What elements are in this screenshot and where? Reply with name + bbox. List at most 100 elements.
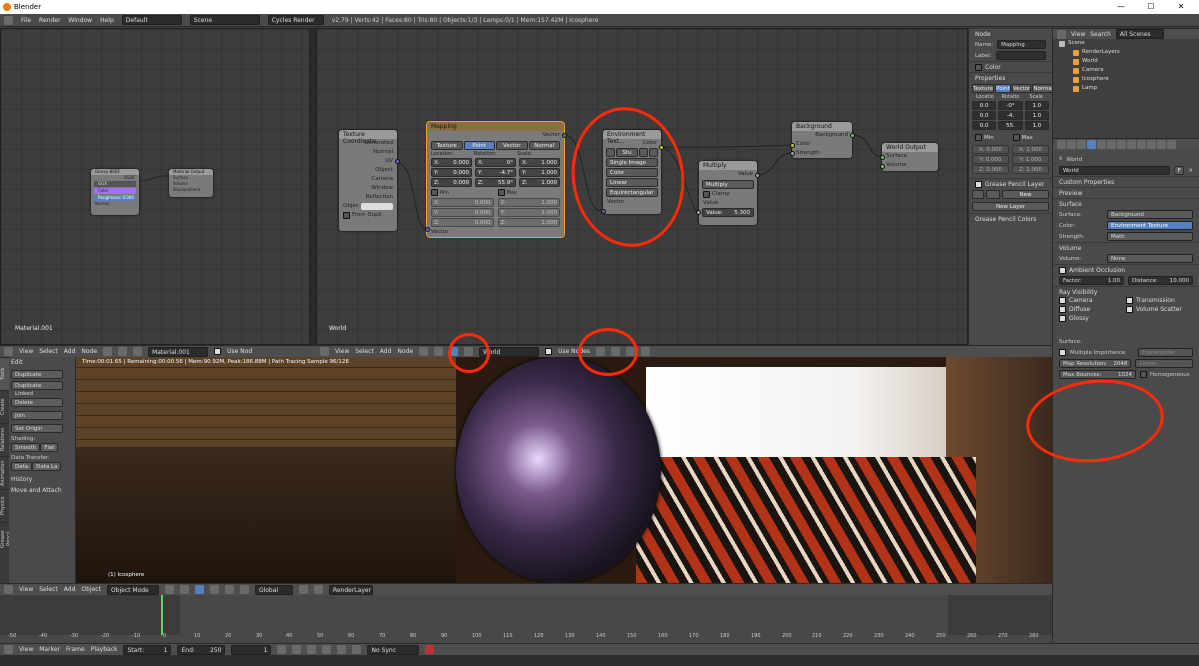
menu-view[interactable]: View — [19, 646, 33, 653]
duplicate-button[interactable]: Duplicate — [11, 370, 63, 379]
layout-selector[interactable]: Default — [121, 15, 182, 25]
map-resolution-field[interactable]: Map Resolution: 2048 — [1059, 359, 1132, 368]
ao-factor-field[interactable]: Factor: 1.00 — [1059, 276, 1124, 285]
ao-distance-field[interactable]: Distance: 10.000 — [1128, 276, 1193, 285]
pin-icon[interactable]: ⌾ — [1059, 156, 1062, 163]
volume-shader-selector[interactable]: None — [1107, 254, 1193, 263]
ray-volume-scatter-checkbox[interactable] — [1126, 306, 1133, 313]
sidebar-value-field[interactable]: -4. — [998, 111, 1023, 120]
minimize-button[interactable]: — — [1106, 0, 1136, 14]
close-world-icon[interactable]: ✕ — [1188, 168, 1193, 174]
data-transfer-button[interactable]: Data — [11, 462, 33, 471]
world-node-editor[interactable]: Texture Coordinate Generated Normal UV O… — [316, 28, 968, 345]
sidebar-value-field[interactable]: 55. — [998, 121, 1023, 130]
menu-select[interactable]: Select — [355, 348, 374, 355]
data-layout-button[interactable]: Data La — [32, 462, 62, 471]
set-origin-dropdown[interactable]: Set Origin — [11, 424, 63, 433]
node-name-input[interactable]: Mapping — [997, 40, 1046, 49]
outliner-item[interactable]: Icosphere — [1053, 75, 1199, 84]
socket-shader[interactable] — [880, 155, 885, 160]
copy-icon[interactable] — [625, 347, 635, 356]
menu-file[interactable]: File — [21, 17, 31, 24]
sidebar-value-field[interactable]: 0.0 — [972, 111, 997, 120]
info-editor-icon[interactable] — [4, 15, 13, 25]
sidebar-limit-field[interactable]: Y: 0.000 — [972, 155, 1009, 164]
scene-selector[interactable]: Scene — [189, 15, 260, 25]
outliner-filter[interactable]: All Scenes — [1115, 29, 1164, 39]
texture-tab-icon[interactable] — [1147, 140, 1156, 149]
texture-coordinate-node[interactable]: Texture Coordinate Generated Normal UV O… — [339, 130, 397, 231]
sidebar-tab-point[interactable]: Point — [995, 84, 1011, 93]
environment-texture-node[interactable]: Environment Text... Color Stu Single Ima… — [603, 130, 661, 214]
surface-panel[interactable]: Surface — [1053, 198, 1199, 209]
gp-layer-title[interactable]: Grease Pencil Layer — [985, 181, 1044, 188]
layers-icon[interactable] — [313, 585, 323, 594]
outliner-item[interactable]: Camera — [1053, 66, 1199, 75]
menu-frame[interactable]: Frame — [66, 646, 85, 653]
mapping-limit-field[interactable]: Y: 1.000 — [497, 208, 560, 217]
tool-shelf-tab[interactable]: Animation — [0, 456, 9, 489]
menu-view[interactable]: View — [19, 348, 33, 355]
mapping-min-checkbox[interactable] — [431, 189, 438, 196]
mapping-value-field[interactable]: Y: 0.000 — [431, 168, 472, 177]
translate-icon[interactable] — [209, 585, 219, 594]
ao-checkbox[interactable] — [1059, 266, 1066, 274]
gp-new-button[interactable]: New — [1002, 190, 1049, 199]
ray-transmission-checkbox[interactable] — [1126, 297, 1133, 304]
tool-shelf-tab[interactable]: Relations — [0, 423, 9, 456]
particles-tab-icon[interactable] — [1157, 140, 1166, 149]
3d-viewport[interactable]: Time:00:01.65 | Remaining:00:00.56 | Mem… — [76, 357, 1052, 583]
left-node-editor[interactable]: Glossy BSDF BSDF GGX Color Roughness: 0.… — [0, 28, 310, 345]
socket-value[interactable] — [696, 210, 701, 215]
viewport-shading-icon[interactable] — [164, 585, 174, 594]
mapping-value-field[interactable]: X: 0.000 — [431, 158, 472, 167]
editor-type-icon[interactable] — [4, 645, 13, 654]
outliner-item[interactable]: World — [1053, 57, 1199, 66]
fake-user-icon[interactable] — [639, 148, 648, 157]
data-tab-icon[interactable] — [1127, 140, 1136, 149]
world-icon[interactable] — [133, 347, 143, 356]
open-image-icon[interactable] — [649, 148, 658, 157]
mapping-value-field[interactable]: X: 0° — [475, 158, 516, 167]
use-nodes-checkbox[interactable] — [214, 348, 222, 355]
constraints-tab-icon[interactable] — [1107, 140, 1116, 149]
menu-add[interactable]: Add — [64, 348, 76, 355]
sidebar-value-field[interactable]: 1.0 — [1024, 101, 1049, 110]
world-tab-icon[interactable] — [1087, 140, 1096, 149]
line-style-icon[interactable] — [464, 347, 474, 356]
menu-render[interactable]: Render — [39, 17, 60, 24]
world-output-node[interactable]: World Output Surface Volume — [882, 143, 938, 171]
sidebar-limit-field[interactable]: Y: 1.000 — [1012, 155, 1049, 164]
multiply-node[interactable]: Multiply Value Multiply Clamp Value Valu… — [699, 161, 757, 225]
custom-properties-panel[interactable]: Custom Properties — [1053, 176, 1199, 187]
menu-add[interactable]: Add — [64, 586, 76, 593]
object-tab-icon[interactable] — [1097, 140, 1106, 149]
manipulator-icon[interactable] — [194, 585, 204, 594]
current-frame-field[interactable]: 1 — [231, 644, 272, 655]
jump-start-icon[interactable] — [277, 645, 287, 654]
sidebar-value-field[interactable]: 1.0 — [1024, 111, 1049, 120]
editor-type-icon[interactable] — [4, 347, 13, 356]
sidebar-limit-field[interactable]: X: 0.000 — [972, 145, 1009, 154]
from-dupli-checkbox[interactable] — [343, 212, 350, 219]
gp-layer-checkbox[interactable] — [975, 180, 982, 188]
env-source-dropdown[interactable]: Single Image — [606, 158, 658, 167]
strength-link-selector[interactable]: Math — [1107, 232, 1193, 241]
tool-shelf-tab[interactable]: Physics — [0, 489, 9, 522]
scale-icon[interactable] — [239, 585, 249, 594]
texcoord-object-field[interactable] — [360, 203, 393, 210]
outliner-menu-view[interactable]: View — [1071, 31, 1085, 38]
mapping-tab-vector[interactable]: Vector — [496, 141, 528, 150]
sidebar-value-field[interactable]: 1.0 — [1024, 121, 1049, 130]
close-button[interactable]: ✕ — [1166, 0, 1196, 14]
multiply-operation-dropdown[interactable]: Multiply — [702, 180, 754, 189]
mapping-tab-normal[interactable]: Normal — [528, 141, 560, 150]
gp-new-layer-button[interactable]: New Layer — [972, 202, 1049, 211]
volume-interp-selector[interactable]: Linear — [1135, 359, 1193, 368]
color-link-selector[interactable]: Environment Texture — [1107, 221, 1193, 230]
editor-type-icon[interactable] — [4, 585, 13, 594]
ray-glossy-checkbox[interactable] — [1059, 315, 1066, 322]
menu-select[interactable]: Select — [39, 348, 58, 355]
orientation-selector[interactable]: Global — [254, 584, 293, 595]
socket-color[interactable] — [790, 143, 795, 148]
